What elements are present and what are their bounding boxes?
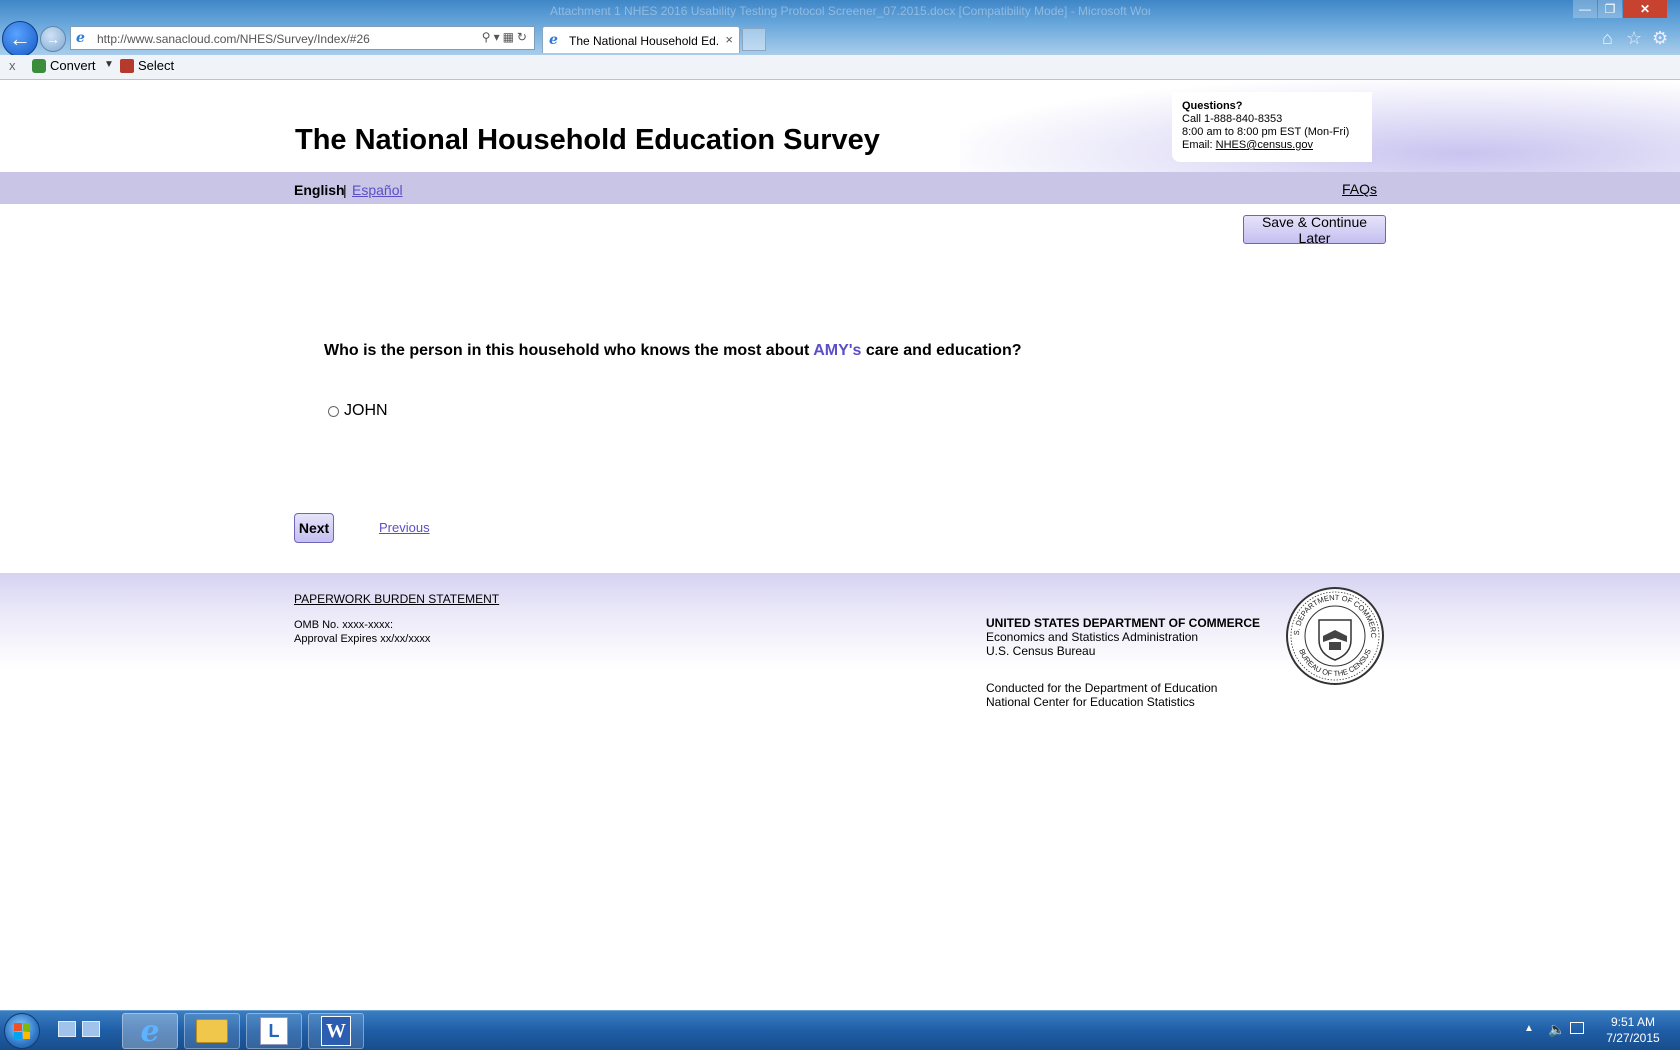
back-arrow-icon: ←	[9, 26, 31, 51]
system-clock[interactable]: 9:51 AM 7/27/2015	[1598, 1014, 1668, 1046]
paperwork-burden-link[interactable]: PAPERWORK BURDEN STATEMENT	[294, 592, 499, 606]
tab-close-icon[interactable]: ×	[725, 32, 733, 47]
convert-label: Convert	[50, 58, 96, 73]
restore-button[interactable]: ❐	[1598, 0, 1622, 18]
agency-line: Economics and Statistics Administration	[986, 630, 1199, 644]
address-tools-icon[interactable]: ⚲▾▦↻	[482, 30, 530, 44]
clock-time: 9:51 AM	[1610, 1015, 1656, 1029]
favorites-star-icon[interactable]: ☆	[1626, 28, 1642, 49]
help-title: Questions?	[1182, 100, 1243, 112]
census-bureau-seal: U.S. DEPARTMENT OF COMMERCE BUREAU OF TH…	[1285, 586, 1384, 685]
agency-title: UNITED STATES DEPARTMENT OF COMMERCE	[986, 616, 1260, 630]
tab-ie-icon: e	[549, 32, 558, 48]
faqs-link[interactable]: FAQs	[1342, 181, 1377, 197]
omb-number: OMB No. xxxx-xxxx:	[294, 619, 394, 631]
answer-option-label[interactable]: JOHN	[344, 402, 388, 420]
help-email-label: Email:	[1182, 139, 1216, 151]
forward-arrow-icon: →	[46, 31, 60, 47]
taskbar-internet-explorer[interactable]: e	[122, 1013, 178, 1049]
gear-icon[interactable]: ⚙	[1652, 28, 1668, 49]
page-title: The National Household Education Survey	[295, 124, 880, 156]
taskbar-lync[interactable]: L	[246, 1013, 302, 1049]
conducted-for: Conducted for the Department of Educatio…	[986, 681, 1217, 709]
language-espanol-link[interactable]: Español	[352, 182, 403, 198]
windows-logo-icon	[14, 1023, 30, 1039]
help-phone: Call 1-888-840-8353	[1182, 113, 1283, 125]
approval-expires: Approval Expires xx/xx/xxxx	[294, 633, 431, 645]
conducted-line: National Center for Education Statistics	[986, 695, 1195, 709]
restore-icon: ❐	[1604, 2, 1616, 16]
address-bar[interactable]: e http://www.sanacloud.com/NHES/Survey/I…	[70, 26, 535, 50]
close-window-button[interactable]: ✕	[1623, 0, 1667, 18]
back-button[interactable]: ←	[2, 21, 38, 57]
previous-link[interactable]: Previous	[379, 520, 430, 535]
forward-button[interactable]: →	[40, 26, 66, 52]
convert-button[interactable]: Convert	[32, 58, 96, 73]
next-button[interactable]: Next	[294, 513, 334, 543]
agency-info: UNITED STATES DEPARTMENT OF COMMERCE Eco…	[986, 616, 1260, 658]
question-child-name: AMY's	[813, 342, 862, 359]
lync-icon: L	[260, 1017, 288, 1045]
close-toolbar-icon[interactable]: x	[9, 58, 16, 73]
start-button[interactable]	[4, 1013, 40, 1049]
select-label: Select	[138, 58, 175, 73]
window-title: Attachment 1 NHES 2016 Usability Testing…	[550, 4, 1150, 18]
language-separator: |	[343, 182, 347, 198]
show-desktop-icon[interactable]	[58, 1021, 76, 1037]
clock-date: 7/27/2015	[1606, 1031, 1660, 1045]
help-hours: 8:00 am to 8:00 pm EST (Mon-Fri)	[1182, 126, 1350, 138]
taskbar-file-explorer[interactable]	[184, 1013, 240, 1049]
ie-page-icon: e	[76, 30, 85, 46]
folder-icon	[196, 1019, 228, 1043]
help-contact-box: Questions? Call 1-888-840-8353 8:00 am t…	[1172, 92, 1372, 162]
close-icon: ✕	[1639, 2, 1651, 16]
select-button[interactable]: Select	[120, 58, 174, 73]
tray-expand-icon[interactable]: ▲	[1524, 1023, 1534, 1034]
answer-option[interactable]: JOHN	[328, 402, 388, 420]
browser-chrome: Attachment 1 NHES 2016 Usability Testing…	[0, 0, 1680, 57]
question-text: Who is the person in this household who …	[324, 342, 1022, 360]
conducted-line: Conducted for the Department of Educatio…	[986, 681, 1218, 695]
chevron-down-icon[interactable]: ▼	[104, 59, 114, 70]
address-url[interactable]: http://www.sanacloud.com/NHES/Survey/Ind…	[97, 32, 370, 46]
convert-icon	[32, 58, 46, 73]
browser-tab[interactable]: e The National Household Ed... ×	[542, 26, 740, 53]
new-tab-button[interactable]	[742, 28, 766, 51]
language-bar: English | Español FAQs	[0, 172, 1680, 204]
help-email-link[interactable]: NHES@census.gov	[1216, 139, 1313, 151]
select-icon	[120, 58, 134, 73]
answer-radio[interactable]	[328, 405, 339, 417]
language-english: English	[294, 182, 345, 198]
taskbar-word[interactable]: W	[308, 1013, 364, 1049]
save-continue-later-button[interactable]: Save & Continue Later	[1243, 214, 1386, 246]
omb-info: OMB No. xxxx-xxxx: Approval Expires xx/x…	[294, 618, 430, 646]
network-icon[interactable]	[1570, 1022, 1584, 1034]
volume-icon[interactable]: 🔈	[1548, 1021, 1565, 1038]
switch-windows-icon[interactable]	[82, 1021, 100, 1037]
tab-title: The National Household Ed...	[569, 34, 719, 48]
question-prefix: Who is the person in this household who …	[324, 342, 814, 359]
page-footer: PAPERWORK BURDEN STATEMENT OMB No. xxxx-…	[0, 573, 1680, 733]
home-icon[interactable]: ⌂	[1602, 28, 1613, 49]
command-bar: x Convert ▼ Select	[0, 55, 1680, 80]
page-header: The National Household Education Survey …	[0, 80, 1680, 172]
word-icon: W	[321, 1016, 351, 1046]
internet-explorer-icon: e	[140, 1013, 160, 1049]
agency-line: U.S. Census Bureau	[986, 644, 1096, 658]
help-email-row: Email: NHES@census.gov	[1182, 139, 1362, 152]
minimize-button[interactable]: —	[1573, 0, 1597, 18]
minimize-icon: —	[1579, 2, 1591, 16]
taskbar: e L W ▲ 🔈 9:51 AM 7/27/2015	[0, 1010, 1680, 1050]
question-suffix: care and education?	[861, 342, 1022, 359]
